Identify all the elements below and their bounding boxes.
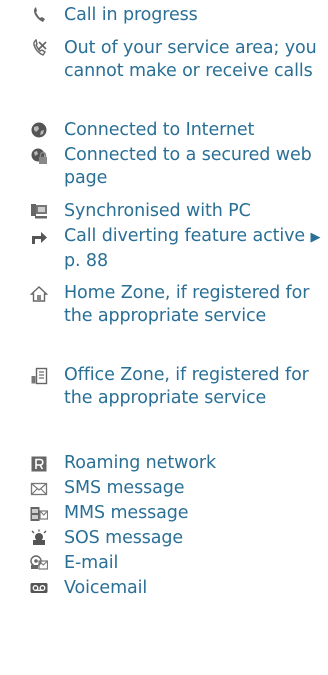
status-text: Home Zone, if registered for the appropr… bbox=[64, 283, 310, 326]
status-text: SOS message bbox=[64, 528, 184, 548]
home-icon bbox=[30, 285, 48, 303]
email-icon bbox=[30, 554, 48, 572]
status-text: Office Zone, if registered for the appro… bbox=[64, 365, 309, 408]
status-text-part: Call diverting feature active bbox=[64, 226, 306, 246]
status-text: SMS message bbox=[64, 478, 185, 498]
status-row-voicemail: Voicemail bbox=[0, 577, 328, 602]
phone-crossed-icon bbox=[30, 39, 48, 57]
phone-handset-icon bbox=[30, 6, 48, 24]
status-row-pc-sync: Synchronised with PC bbox=[0, 200, 328, 225]
office-icon bbox=[30, 367, 48, 385]
status-text: Out of your service area; you cannot mak… bbox=[64, 38, 317, 81]
globe-icon bbox=[30, 121, 48, 139]
pc-sync-icon bbox=[30, 202, 48, 220]
status-row-roaming: Roaming network bbox=[0, 452, 328, 477]
status-row-secured-web: Connected to a secured web page bbox=[0, 144, 328, 200]
status-row-email: E-mail bbox=[0, 552, 328, 577]
roaming-r-icon bbox=[30, 455, 48, 473]
status-row-sms: SMS message bbox=[0, 477, 328, 502]
status-text: E-mail bbox=[64, 553, 119, 573]
status-text: MMS message bbox=[64, 503, 189, 523]
status-text: Call diverting feature active ▶ p. 88 bbox=[64, 225, 326, 272]
globe-lock-icon bbox=[30, 147, 48, 165]
status-text: Call in progress bbox=[64, 5, 198, 25]
status-row-call-divert: Call diverting feature active ▶ p. 88 bbox=[0, 225, 328, 282]
status-text: Connected to Internet bbox=[64, 120, 255, 140]
envelope-icon bbox=[30, 480, 48, 498]
status-row-office-zone: Office Zone, if registered for the appro… bbox=[0, 364, 328, 452]
divert-arrow-icon bbox=[30, 228, 48, 246]
mms-icon bbox=[30, 505, 48, 523]
status-text: Connected to a secured web page bbox=[64, 145, 312, 188]
status-row-out-of-service: Out of your service area; you cannot mak… bbox=[0, 37, 328, 119]
status-row-sos: SOS message bbox=[0, 527, 328, 552]
status-row-home-zone: Home Zone, if registered for the appropr… bbox=[0, 282, 328, 364]
status-row-call-in-progress: Call in progress bbox=[0, 4, 328, 37]
sos-icon bbox=[30, 529, 48, 547]
status-text: Roaming network bbox=[64, 453, 217, 473]
status-text: Voicemail bbox=[64, 578, 148, 598]
status-icon-list: Call in progress Out of your service are… bbox=[0, 4, 328, 602]
status-row-internet: Connected to Internet bbox=[0, 119, 328, 144]
page-ref-arrow: ▶ bbox=[310, 230, 321, 245]
voicemail-icon bbox=[30, 579, 48, 597]
page-reference: p. 88 bbox=[64, 250, 109, 271]
status-text: Synchronised with PC bbox=[64, 201, 251, 221]
status-row-mms: MMS message bbox=[0, 502, 328, 527]
